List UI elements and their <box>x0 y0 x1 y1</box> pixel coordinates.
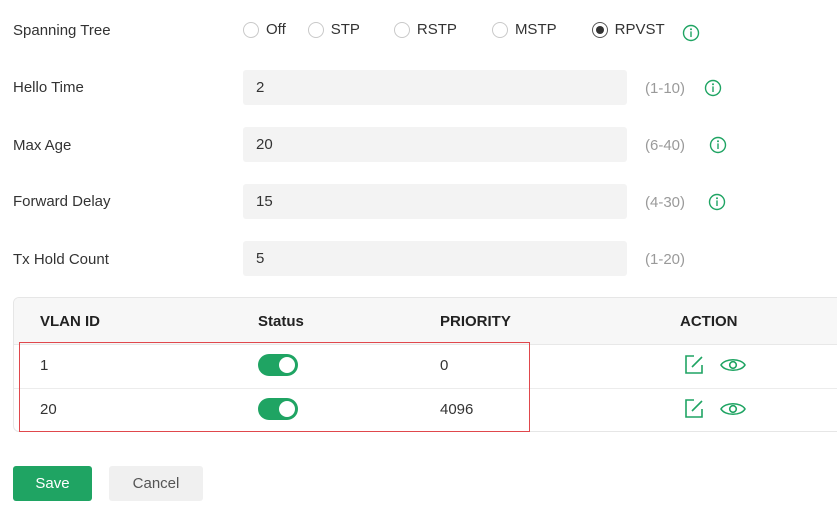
radio-rstp-label: RSTP <box>416 21 457 38</box>
row-priority: 0 <box>440 357 449 374</box>
hello-time-input[interactable] <box>243 70 627 105</box>
radio-off-circle[interactable] <box>243 21 259 38</box>
spanning-tree-radio-group: Off STP RSTP MSTP RPVST <box>243 21 665 38</box>
tx-hold-count-input[interactable] <box>243 241 627 276</box>
radio-stp-label: STP <box>330 21 360 38</box>
forward-delay-label: Forward Delay <box>13 193 111 210</box>
header-status: Status <box>258 313 304 330</box>
cancel-button[interactable]: Cancel <box>109 466 203 501</box>
status-toggle[interactable] <box>258 398 298 420</box>
max-age-label: Max Age <box>13 137 72 154</box>
table-row: 20 4096 <box>14 388 837 431</box>
radio-mstp-label: MSTP <box>514 21 557 38</box>
radio-mstp[interactable]: MSTP <box>491 21 557 38</box>
radio-off[interactable]: Off <box>243 21 286 38</box>
max-age-info-icon[interactable] <box>709 136 727 154</box>
radio-rpvst[interactable]: RPVST <box>591 21 665 38</box>
spanning-tree-label: Spanning Tree <box>13 22 111 39</box>
hello-time-info-icon[interactable] <box>704 79 722 97</box>
header-action: ACTION <box>680 313 738 330</box>
radio-rstp[interactable]: RSTP <box>393 21 457 38</box>
hello-time-range: (1-10) <box>645 80 686 97</box>
max-age-input[interactable] <box>243 127 627 162</box>
hello-time-label: Hello Time <box>13 79 84 96</box>
forward-delay-info-icon[interactable] <box>708 193 726 211</box>
radio-mstp-circle[interactable] <box>491 21 508 38</box>
max-age-range: (6-40) <box>645 137 686 154</box>
eye-icon[interactable] <box>719 354 747 376</box>
eye-icon[interactable] <box>719 398 747 420</box>
row-vlan-id: 1 <box>40 357 49 374</box>
table-header: VLAN ID Status PRIORITY ACTION <box>14 298 837 345</box>
vlan-table: VLAN ID Status PRIORITY ACTION 1 0 20 40… <box>13 297 837 432</box>
radio-rpvst-circle[interactable] <box>591 21 608 38</box>
edit-icon[interactable] <box>683 354 705 376</box>
tx-hold-count-label: Tx Hold Count <box>13 251 109 268</box>
table-row: 1 0 <box>14 344 837 389</box>
header-vlan-id: VLAN ID <box>40 313 100 330</box>
radio-rstp-circle[interactable] <box>393 21 410 38</box>
save-button[interactable]: Save <box>13 466 92 501</box>
spanning-tree-info-icon[interactable] <box>682 24 700 42</box>
radio-stp[interactable]: STP <box>307 21 360 38</box>
forward-delay-input[interactable] <box>243 184 627 219</box>
forward-delay-range: (4-30) <box>645 194 686 211</box>
header-priority: PRIORITY <box>440 313 511 330</box>
edit-icon[interactable] <box>683 398 705 420</box>
radio-stp-circle[interactable] <box>307 21 324 38</box>
radio-rpvst-label: RPVST <box>614 21 665 38</box>
tx-hold-count-range: (1-20) <box>645 251 686 268</box>
radio-off-label: Off <box>266 21 286 38</box>
row-vlan-id: 20 <box>40 401 57 418</box>
row-priority: 4096 <box>440 401 474 418</box>
status-toggle[interactable] <box>258 354 298 376</box>
